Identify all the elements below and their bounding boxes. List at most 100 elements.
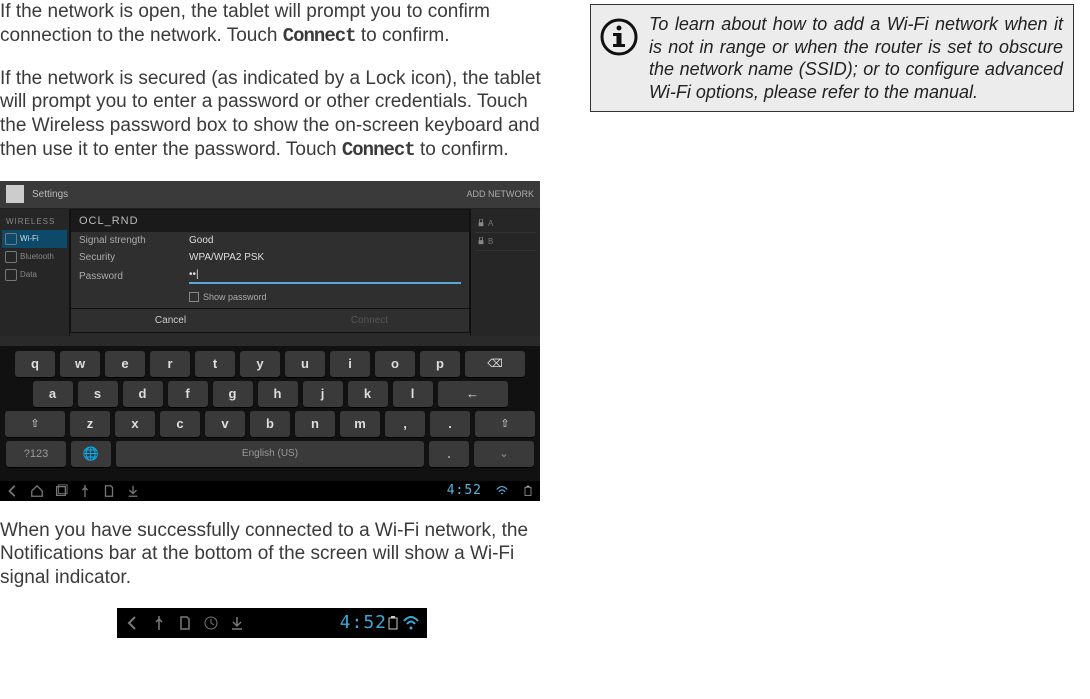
network-row[interactable]: B	[475, 233, 536, 251]
keyboard-key[interactable]: j	[303, 381, 343, 407]
hide-keyboard-key[interactable]: ⌄	[474, 441, 534, 467]
enter-key[interactable]: ←	[438, 381, 508, 407]
keyboard-key[interactable]: .	[430, 411, 470, 437]
home-nav-icon[interactable]	[30, 484, 44, 498]
wifi-password-dialog: OCL_RND Signal strengthGood SecurityWPA/…	[70, 209, 470, 333]
callout-text: To learn about how to add a Wi-Fi networ…	[649, 13, 1063, 103]
sd-icon	[177, 615, 193, 631]
keyboard-key[interactable]: c	[160, 411, 200, 437]
nav-bar: 4:52	[0, 481, 540, 501]
language-key[interactable]: 🌐	[71, 441, 111, 467]
keyboard-key[interactable]: x	[115, 411, 155, 437]
topbar: Settings ADD NETWORK	[0, 181, 540, 209]
network-list-panel: A B	[470, 209, 540, 336]
shift-key[interactable]: ⇧	[5, 411, 65, 437]
settings-sidebar-left: WIRELESS Wi-Fi Bluetooth Data	[0, 209, 70, 336]
keyboard-key[interactable]: d	[123, 381, 163, 407]
sidebar-item-bluetooth[interactable]: Bluetooth	[2, 248, 67, 266]
keyboard-key[interactable]: w	[60, 351, 100, 377]
wifi-signal-icon	[496, 485, 508, 497]
paragraph-open-network: If the network is open, the tablet will …	[0, 0, 544, 49]
sidebar-item-label: Wi-Fi	[20, 234, 39, 243]
keyboard-key[interactable]: l	[393, 381, 433, 407]
paragraph-success: When you have successfully connected to …	[0, 519, 544, 590]
settings-title: Settings	[32, 189, 68, 200]
checkbox-icon	[189, 292, 199, 302]
usb-icon	[151, 615, 167, 631]
keyboard-key[interactable]: n	[295, 411, 335, 437]
network-label: A	[488, 219, 493, 228]
sidebar-item-data[interactable]: Data	[2, 266, 67, 284]
dialog-row-security: SecurityWPA/WPA2 PSK	[71, 249, 469, 266]
add-network-button[interactable]: ADD NETWORK	[467, 189, 535, 199]
wifi-icon	[5, 233, 17, 245]
label: Password	[79, 271, 189, 282]
network-row[interactable]: A	[475, 215, 536, 233]
cancel-button[interactable]: Cancel	[71, 309, 270, 332]
dialog-row-signal: Signal strengthGood	[71, 232, 469, 249]
text: to confirm.	[356, 25, 450, 46]
sidebar-item-wifi[interactable]: Wi-Fi	[2, 230, 67, 248]
back-nav-icon[interactable]	[125, 615, 141, 631]
lock-icon	[477, 237, 485, 245]
symbols-key[interactable]: ?123	[6, 441, 66, 467]
keyboard-key[interactable]: u	[285, 351, 325, 377]
clock-icon	[203, 615, 219, 631]
space-key[interactable]: English (US)	[116, 441, 424, 467]
clock: 4:52	[447, 483, 482, 498]
keyboard-key[interactable]: a	[33, 381, 73, 407]
keyboard-key[interactable]: y	[240, 351, 280, 377]
keyboard-key[interactable]: o	[375, 351, 415, 377]
tablet-screenshot-wifi-password: Settings ADD NETWORK WIRELESS Wi-Fi Blue…	[0, 181, 540, 501]
clock: 4:52	[340, 608, 387, 638]
label: Security	[79, 252, 189, 263]
shift-key[interactable]: ⇧	[475, 411, 535, 437]
dialog-row-password: Password ••|	[71, 266, 469, 290]
connect-label: Connect	[283, 25, 356, 47]
keyboard-key[interactable]: g	[213, 381, 253, 407]
keyboard-key[interactable]: t	[195, 351, 235, 377]
show-password-checkbox[interactable]: Show password	[71, 290, 469, 308]
connect-button[interactable]: Connect	[270, 309, 469, 332]
keyboard-key[interactable]: b	[250, 411, 290, 437]
bluetooth-icon	[5, 251, 17, 263]
keyboard-key[interactable]: ,	[385, 411, 425, 437]
text: to confirm.	[415, 139, 509, 160]
password-input[interactable]: ••|	[189, 269, 461, 284]
sidebar-item-label: Bluetooth	[20, 252, 54, 261]
keyboard-key[interactable]: h	[258, 381, 298, 407]
backspace-key[interactable]: ⌫	[465, 351, 525, 377]
download-icon	[126, 484, 140, 498]
keyboard-key[interactable]: .	[429, 441, 469, 467]
keyboard-key[interactable]: q	[15, 351, 55, 377]
label: Signal strength	[79, 235, 189, 246]
value: WPA/WPA2 PSK	[189, 252, 264, 263]
keyboard-key[interactable]: s	[78, 381, 118, 407]
battery-icon	[522, 485, 534, 497]
dialog-title: OCL_RND	[71, 210, 469, 232]
info-icon	[599, 17, 639, 57]
keyboard-key[interactable]: i	[330, 351, 370, 377]
recent-nav-icon[interactable]	[54, 484, 68, 498]
keyboard-key[interactable]: v	[205, 411, 245, 437]
keyboard-key[interactable]: k	[348, 381, 388, 407]
keyboard-key[interactable]: r	[150, 351, 190, 377]
value: Good	[189, 235, 213, 246]
lock-icon	[477, 219, 485, 227]
usb-icon	[78, 484, 92, 498]
keyboard-key[interactable]: f	[168, 381, 208, 407]
dialog-buttons: Cancel Connect	[71, 308, 469, 332]
back-icon[interactable]	[6, 185, 24, 203]
sidebar-header: WIRELESS	[2, 213, 67, 230]
notifications-bar-screenshot: 4:52	[117, 608, 427, 638]
data-icon	[5, 269, 17, 281]
keyboard-key[interactable]: z	[70, 411, 110, 437]
keyboard-key[interactable]: e	[105, 351, 145, 377]
download-icon	[229, 615, 245, 631]
back-nav-icon[interactable]	[6, 484, 20, 498]
info-callout: To learn about how to add a Wi-Fi networ…	[590, 4, 1074, 112]
sidebar-item-label: Data	[20, 270, 37, 279]
keyboard-key[interactable]: m	[340, 411, 380, 437]
keyboard-key[interactable]: p	[420, 351, 460, 377]
network-label: B	[488, 237, 493, 246]
